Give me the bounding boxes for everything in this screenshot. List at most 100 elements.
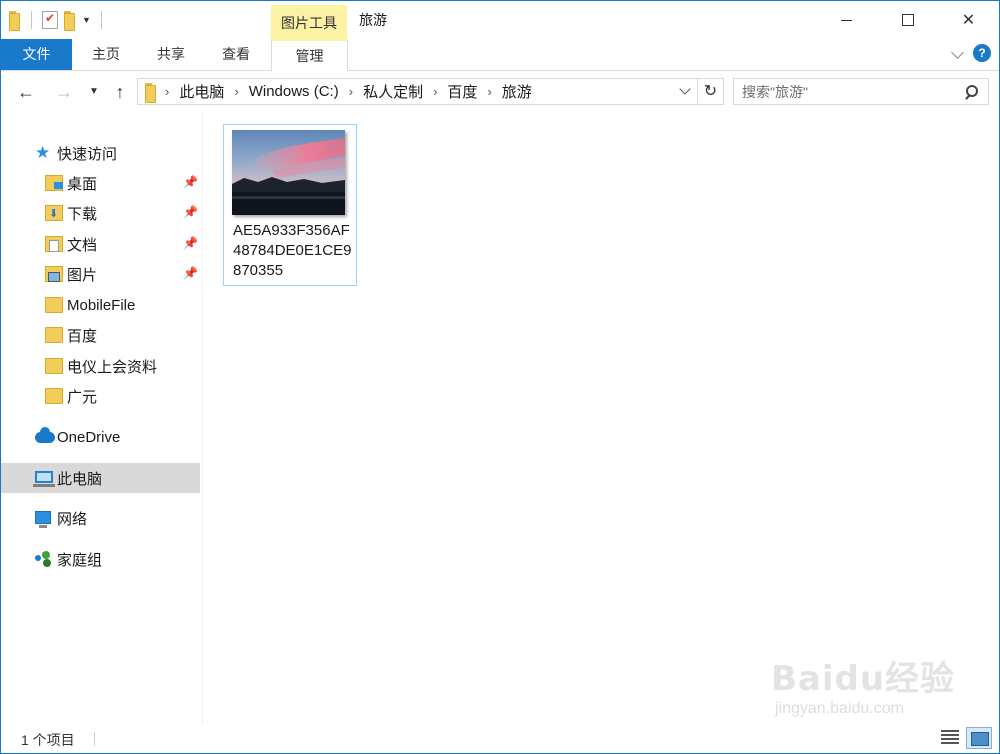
folder-icon	[45, 297, 63, 313]
properties-icon[interactable]	[42, 11, 58, 29]
sidebar-item-mobilefile[interactable]: MobileFile	[1, 290, 200, 320]
navigation-bar: ← → ▼ ↑ › 此电脑 › Windows (C:) › 私人定制 › 百度 › 旅游…	[1, 72, 999, 112]
forward-button[interactable]: →	[53, 82, 75, 102]
onedrive-cloud-icon	[35, 427, 55, 445]
refresh-icon[interactable]: ↻	[697, 79, 723, 104]
sidebar-item-homegroup[interactable]: 家庭组	[1, 544, 200, 574]
caption-buttons: ✕	[816, 1, 999, 39]
folder-icon	[9, 11, 21, 31]
sidebar-item-guangyuan[interactable]: 广元	[1, 381, 200, 411]
pin-icon[interactable]: 📌	[183, 236, 198, 250]
close-button[interactable]: ✕	[938, 1, 999, 39]
recent-locations-icon[interactable]: ▼	[87, 82, 101, 102]
sidebar-item-label: 图片	[67, 266, 98, 284]
status-bar: 1 个项目	[1, 724, 999, 753]
search-icon[interactable]	[964, 85, 978, 99]
sidebar-item-label: 桌面	[67, 175, 98, 193]
sidebar-item-onedrive[interactable]: OneDrive	[1, 422, 200, 452]
documents-folder-icon	[45, 236, 63, 252]
tab-home[interactable]: 主页	[72, 39, 140, 70]
minimize-icon	[841, 19, 852, 21]
close-icon: ✕	[961, 12, 976, 29]
sidebar-item-label: 此电脑	[57, 470, 103, 488]
sidebar-item-label: 电仪上会资料	[67, 358, 158, 376]
details-view-icon[interactable]	[941, 730, 959, 746]
sidebar-item-label: 广元	[67, 388, 98, 406]
window-title: 旅游	[359, 12, 387, 28]
sidebar-item-network[interactable]: 网络	[1, 503, 200, 533]
pin-icon[interactable]: 📌	[183, 175, 198, 189]
network-icon	[35, 510, 53, 528]
chevron-right-icon[interactable]: ›	[234, 84, 238, 99]
search-box[interactable]	[733, 78, 989, 105]
new-folder-icon[interactable]	[64, 11, 76, 31]
quick-access-toolbar: ▼	[9, 9, 106, 31]
expand-ribbon-icon[interactable]	[951, 47, 965, 61]
tab-file[interactable]: 文件	[1, 39, 72, 70]
maximize-icon	[901, 14, 914, 26]
maximize-button[interactable]	[877, 1, 938, 39]
toolbar-separator	[100, 11, 102, 29]
sidebar-item-baidu[interactable]: 百度	[1, 320, 200, 350]
minimize-button[interactable]	[816, 1, 877, 39]
sunset-landscape-image	[232, 130, 345, 215]
back-button[interactable]: ←	[15, 82, 37, 102]
breadcrumb-baidu[interactable]: › 百度	[433, 81, 487, 102]
sidebar-item-this-pc[interactable]: 此电脑	[1, 463, 200, 493]
address-history-dropdown-icon[interactable]	[679, 83, 693, 99]
navigation-pane: ★ 快速访问 桌面 📌 下载 📌 文档 📌 图片 📌 MobileFile	[1, 112, 203, 724]
tab-view[interactable]: 查看	[202, 39, 270, 70]
breadcrumb-private[interactable]: › 私人定制	[349, 81, 433, 102]
computer-icon	[33, 470, 55, 487]
folder-icon	[145, 82, 157, 103]
sidebar-item-label: 百度	[67, 327, 98, 345]
image-thumbnail	[232, 130, 345, 215]
sidebar-item-label: 文档	[67, 236, 98, 254]
search-input[interactable]	[734, 83, 954, 100]
breadcrumb-travel[interactable]: › 旅游	[487, 81, 541, 102]
title-bar: ▼ 图片工具 旅游 ✕	[1, 1, 999, 39]
large-icons-view-icon[interactable]	[966, 727, 992, 749]
address-bar[interactable]: › 此电脑 › Windows (C:) › 私人定制 › 百度 › 旅游 ↻	[137, 78, 724, 105]
folder-icon	[45, 388, 63, 404]
status-separator	[94, 732, 95, 746]
sidebar-item-desktop[interactable]: 桌面 📌	[1, 168, 200, 198]
help-button[interactable]: ?	[973, 44, 991, 62]
file-list: AE5A933F356AF48784DE0E1CE9870355	[204, 112, 999, 724]
sidebar-item-label: OneDrive	[57, 428, 121, 446]
sidebar-item-downloads[interactable]: 下载 📌	[1, 198, 200, 228]
desktop-folder-icon	[45, 175, 63, 191]
chevron-right-icon[interactable]: ›	[487, 84, 491, 99]
chevron-right-icon[interactable]: ›	[165, 84, 169, 99]
up-button[interactable]: ↑	[109, 82, 131, 102]
folder-icon	[45, 358, 63, 374]
sidebar-item-label: 快速访问	[57, 145, 118, 163]
sidebar-item-documents[interactable]: 文档 📌	[1, 229, 200, 259]
folder-icon	[45, 327, 63, 343]
sidebar-item-meeting-docs[interactable]: 电仪上会资料	[1, 351, 200, 381]
sidebar-item-pictures[interactable]: 图片 📌	[1, 259, 200, 289]
chevron-right-icon[interactable]: ›	[349, 84, 353, 99]
tab-manage[interactable]: 管理	[271, 39, 348, 71]
file-name: AE5A933F356AF48784DE0E1CE9870355	[233, 222, 352, 279]
breadcrumb-windows-c[interactable]: › Windows (C:)	[234, 83, 348, 100]
toolbar-separator	[31, 11, 32, 29]
downloads-folder-icon	[45, 205, 63, 221]
pin-icon[interactable]: 📌	[183, 205, 198, 219]
explorer-window: ▼ 图片工具 旅游 ✕ 文件 主页 共享 查看 管理 ? ← → ▼ ↑ ›此电…	[0, 0, 1000, 754]
sidebar-item-quick-access[interactable]: ★ 快速访问	[1, 138, 200, 168]
sidebar-item-label: 家庭组	[57, 551, 103, 569]
customize-toolbar-dropdown-icon[interactable]: ▼	[82, 15, 91, 25]
item-count: 1 个项目	[21, 732, 75, 748]
star-icon: ★	[35, 143, 51, 162]
pictures-folder-icon	[45, 266, 63, 282]
pin-icon[interactable]: 📌	[183, 266, 198, 280]
breadcrumb-this-pc[interactable]: › 此电脑	[165, 81, 234, 102]
file-item[interactable]: AE5A933F356AF48784DE0E1CE9870355	[223, 124, 357, 286]
chevron-right-icon[interactable]: ›	[433, 84, 437, 99]
tab-share[interactable]: 共享	[140, 39, 202, 70]
sidebar-item-label: 下载	[67, 205, 98, 223]
ribbon-tabs: 文件 主页 共享 查看 管理 ?	[1, 39, 999, 71]
homegroup-icon	[35, 551, 53, 567]
sidebar-item-label: 网络	[57, 510, 88, 528]
